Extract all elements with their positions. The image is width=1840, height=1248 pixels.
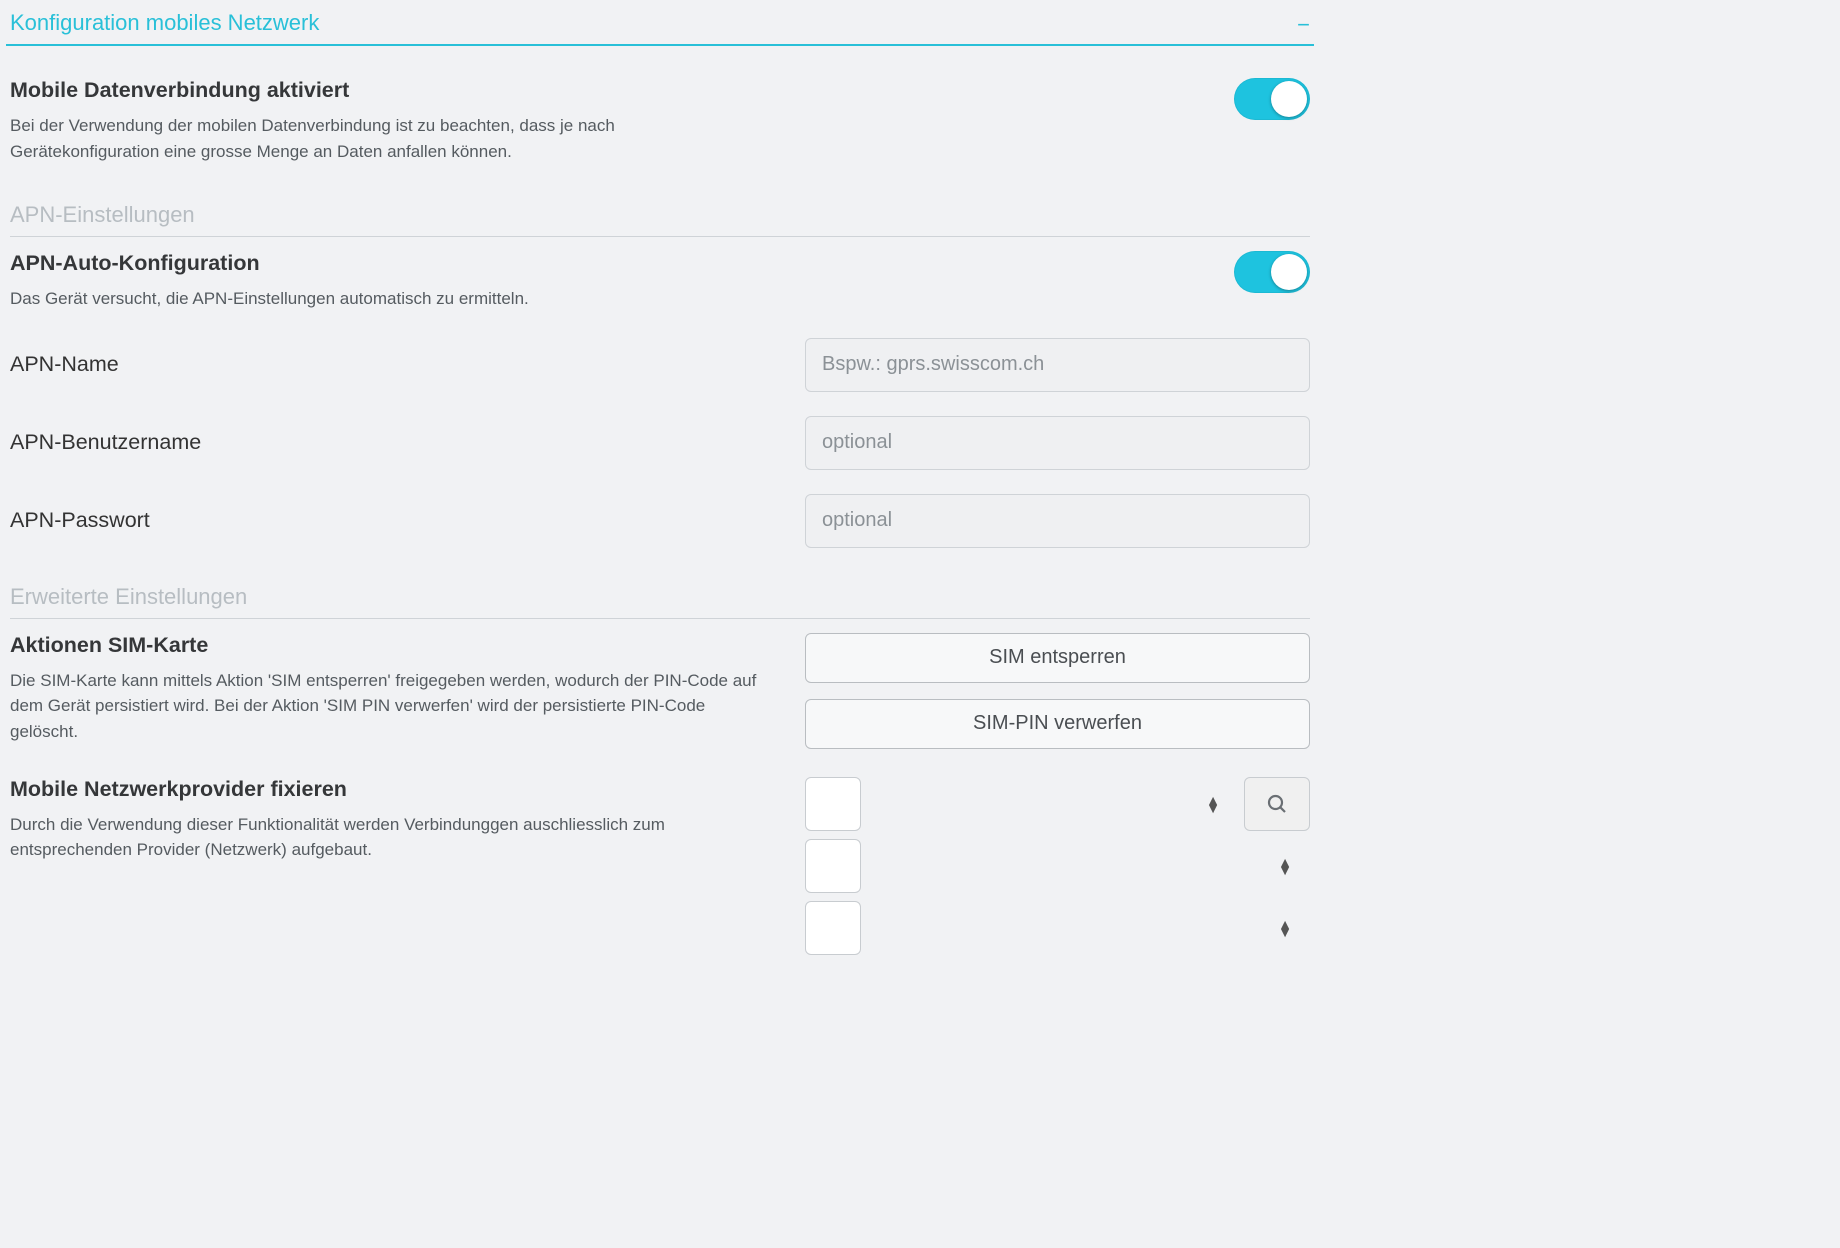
panel-header: Konfiguration mobiles Netzwerk − [6,0,1314,46]
panel-title: Konfiguration mobiles Netzwerk [10,10,319,36]
mobile-data-title: Mobile Datenverbindung aktiviert [10,78,760,103]
section-advanced: Erweiterte Einstellungen [10,560,1310,619]
apn-name-label: APN-Name [10,352,119,377]
sim-actions-title: Aktionen SIM-Karte [10,633,760,658]
provider-select-1[interactable] [805,777,861,831]
mobile-data-desc: Bei der Verwendung der mobilen Datenverb… [10,113,760,164]
mobile-data-toggle[interactable] [1234,78,1310,120]
sim-actions-desc: Die SIM-Karte kann mittels Aktion 'SIM e… [10,668,760,745]
provider-select-2[interactable] [805,839,861,893]
chevron-sort-icon: ▲▼ [1278,858,1292,874]
apn-auto-title: APN-Auto-Konfiguration [10,251,529,276]
row-provider-lock: Mobile Netzwerkprovider fixieren Durch d… [10,763,1310,969]
row-sim-actions: Aktionen SIM-Karte Die SIM-Karte kann mi… [10,619,1310,763]
chevron-sort-icon: ▲▼ [1278,920,1292,936]
sim-unlock-button[interactable]: SIM entsperren [805,633,1310,683]
row-mobile-data: Mobile Datenverbindung aktiviert Bei der… [10,64,1310,178]
apn-auto-toggle[interactable] [1234,251,1310,293]
chevron-sort-icon: ▲▼ [1206,796,1220,812]
provider-lock-title: Mobile Netzwerkprovider fixieren [10,777,760,802]
apn-user-label: APN-Benutzername [10,430,201,455]
provider-select-3[interactable] [805,901,861,955]
apn-user-input[interactable] [805,416,1310,470]
apn-name-input[interactable] [805,338,1310,392]
search-icon [1265,792,1289,816]
apn-pass-input[interactable] [805,494,1310,548]
provider-search-button[interactable] [1244,777,1310,831]
apn-auto-desc: Das Gerät versucht, die APN-Einstellunge… [10,286,529,312]
row-apn-auto: APN-Auto-Konfiguration Das Gerät versuch… [10,237,1310,326]
section-apn: APN-Einstellungen [10,178,1310,237]
provider-lock-desc: Durch die Verwendung dieser Funktionalit… [10,812,760,863]
sim-discard-button[interactable]: SIM-PIN verwerfen [805,699,1310,749]
apn-pass-label: APN-Passwort [10,508,150,533]
collapse-icon[interactable]: − [1297,14,1310,36]
